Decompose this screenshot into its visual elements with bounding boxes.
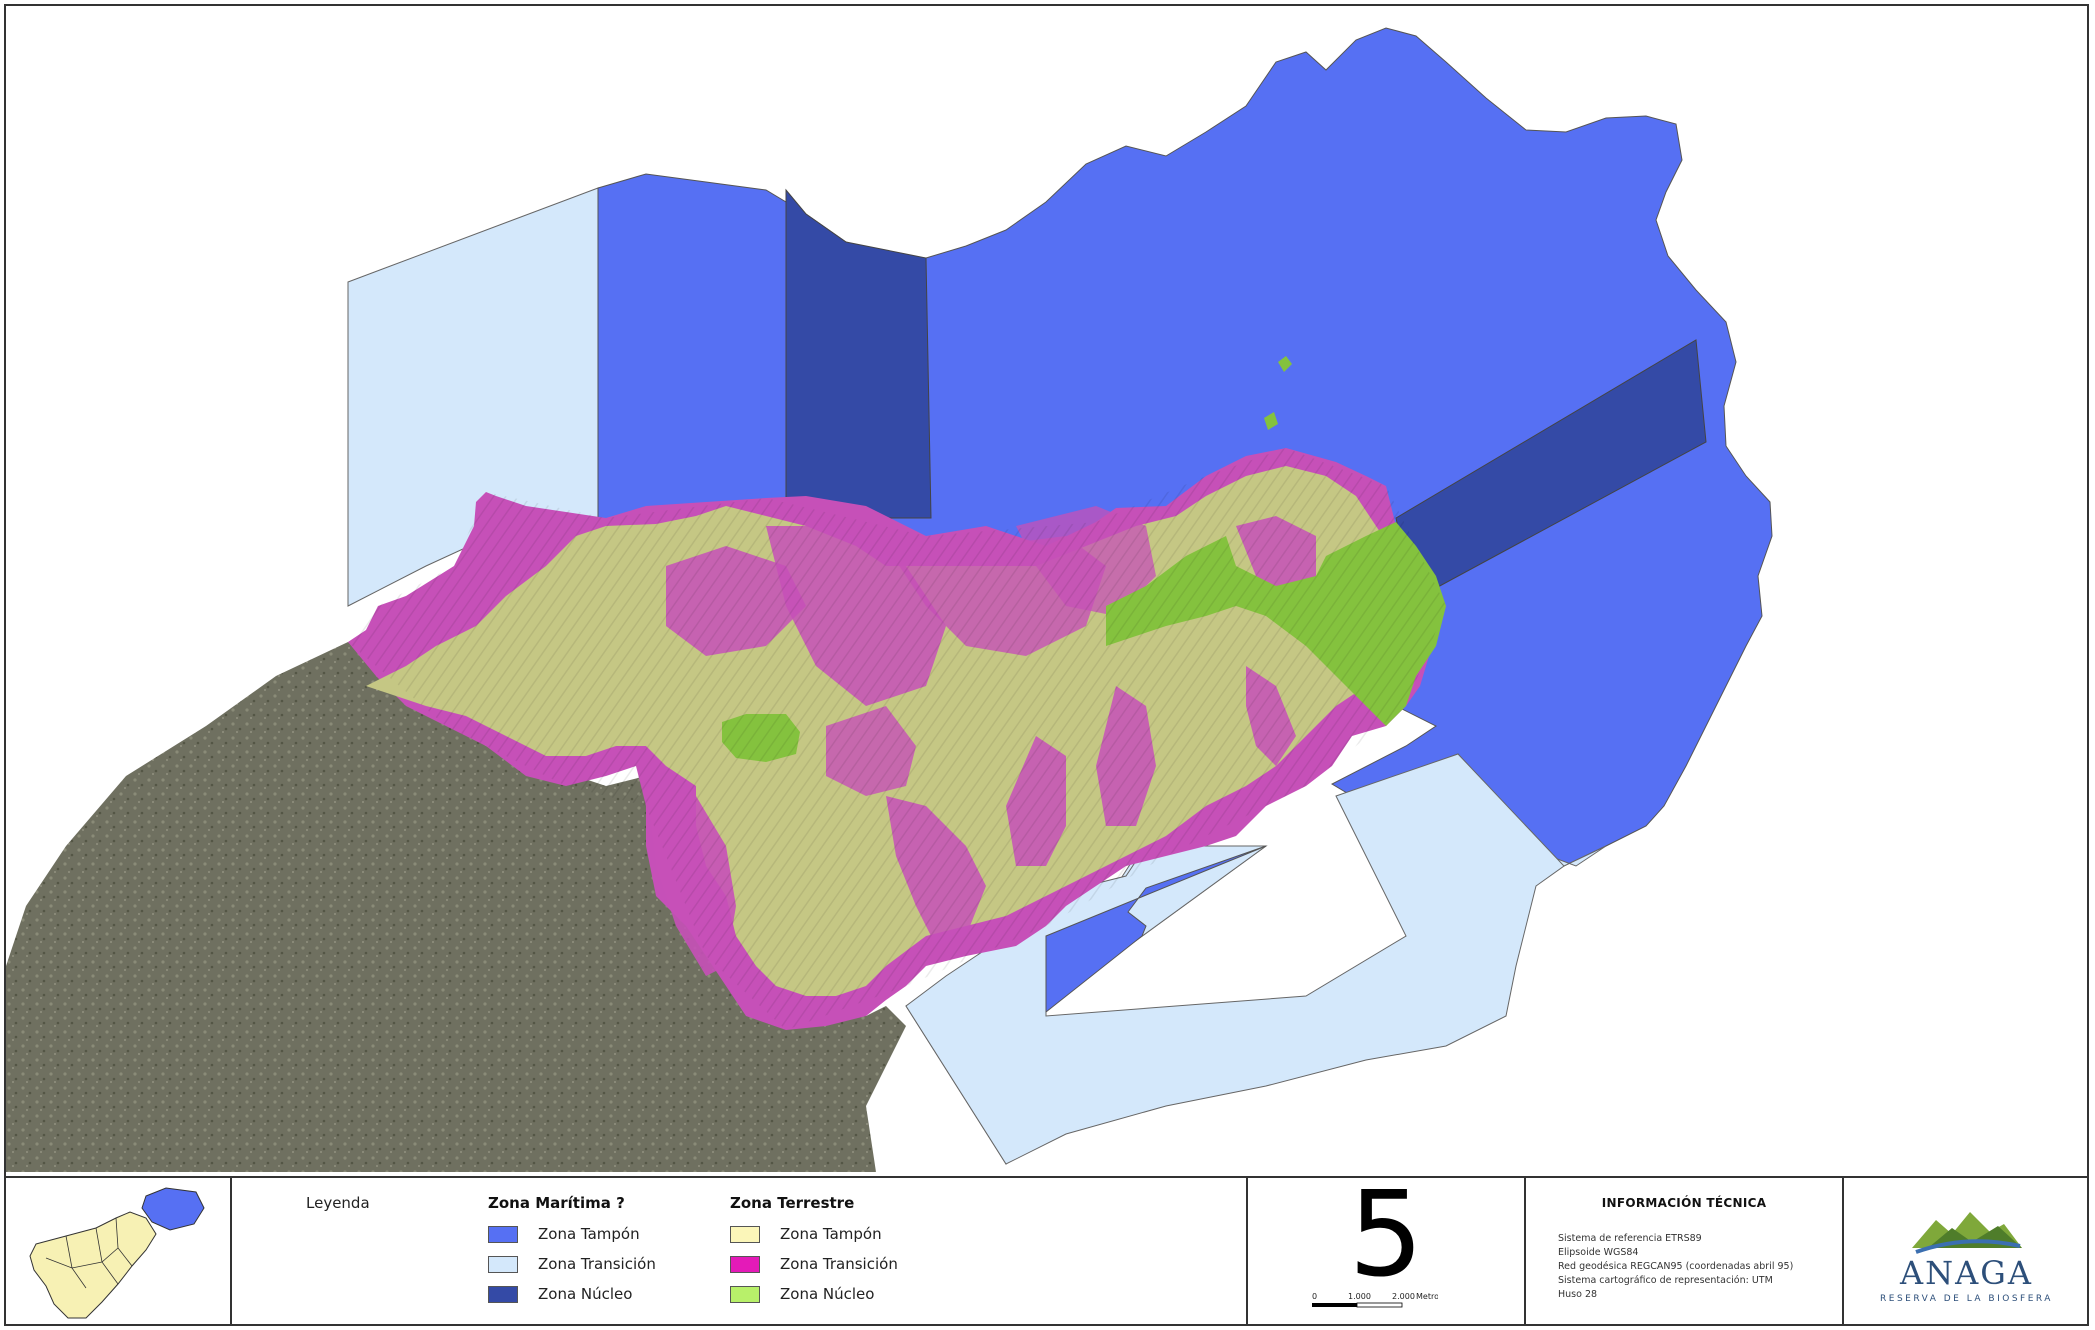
technical-info-lines: Sistema de referencia ETRS89 Elipsoide W… (1558, 1232, 1793, 1302)
legend-swatch (488, 1225, 518, 1243)
tech-line: Red geodésica REGCAN95 (coordenadas abri… (1558, 1261, 1794, 1272)
legend-swatch (730, 1285, 760, 1303)
legend-swatch (730, 1225, 760, 1243)
scale-tick-1: 1.000 (1348, 1292, 1371, 1301)
maritime-core-west[interactable] (785, 188, 932, 519)
scale-unit: Metros (1416, 1292, 1438, 1301)
legend-item-land-transition: Zona Transición (730, 1254, 898, 1274)
legend-swatch (488, 1285, 518, 1303)
maritime-zone-title: Zona Marítima ? (488, 1194, 625, 1212)
scale-tick-2: 2.000 (1392, 1292, 1415, 1301)
reserve-zoning-map[interactable] (6, 6, 2089, 1174)
scale-tick-0: 0 (1312, 1292, 1317, 1301)
logo-subtitle: RESERVA DE LA BIOSFERA (1880, 1294, 2053, 1304)
locator-inset (6, 1178, 232, 1326)
legend-swatch (488, 1255, 518, 1273)
legend-item-land-core: Zona Núcleo (730, 1284, 874, 1304)
technical-info-title: INFORMACIÓN TÉCNICA (1601, 1196, 1767, 1210)
legend-title: Leyenda (306, 1194, 370, 1212)
logo-name: ANAGA (1900, 1254, 2033, 1292)
terrestrial-zone-title: Zona Terrestre (730, 1194, 855, 1212)
map-number: 5 (1348, 1165, 1424, 1303)
tech-line: Sistema de referencia ETRS89 (1558, 1233, 1702, 1244)
tenerife-locator-map (29, 1187, 205, 1319)
legend-item-maritime-transition: Zona Transición (488, 1254, 656, 1274)
legend-panel: Leyenda Zona Marítima ? Zona Terrestre Z… (232, 1178, 1248, 1326)
tech-line: Sistema cartográfico de representación: … (1558, 1275, 1773, 1286)
tech-line: Huso 28 (1558, 1289, 1598, 1300)
scale-bar: 0 1.000 2.000 Metros (1312, 1292, 1438, 1308)
tech-line: Elipsoide WGS84 (1558, 1247, 1639, 1258)
locator-reserve-highlight (141, 1187, 205, 1231)
locator-island (29, 1211, 157, 1319)
legend-item-maritime-core: Zona Núcleo (488, 1284, 632, 1304)
mountains-logo-icon (1912, 1212, 2022, 1254)
map-number-panel: 5 0 1.000 2.000 Metros (1248, 1169, 1526, 1326)
map-footer: Leyenda Zona Marítima ? Zona Terrestre Z… (6, 1169, 2089, 1326)
logo-panel: ANAGA RESERVA DE LA BIOSFERA (1844, 1178, 2089, 1326)
legend-item-maritime-buffer: Zona Tampón (488, 1224, 640, 1244)
legend-item-land-buffer: Zona Tampón (730, 1224, 882, 1244)
legend-swatch (730, 1255, 760, 1273)
technical-info-panel: INFORMACIÓN TÉCNICA Sistema de referenci… (1526, 1178, 1844, 1326)
